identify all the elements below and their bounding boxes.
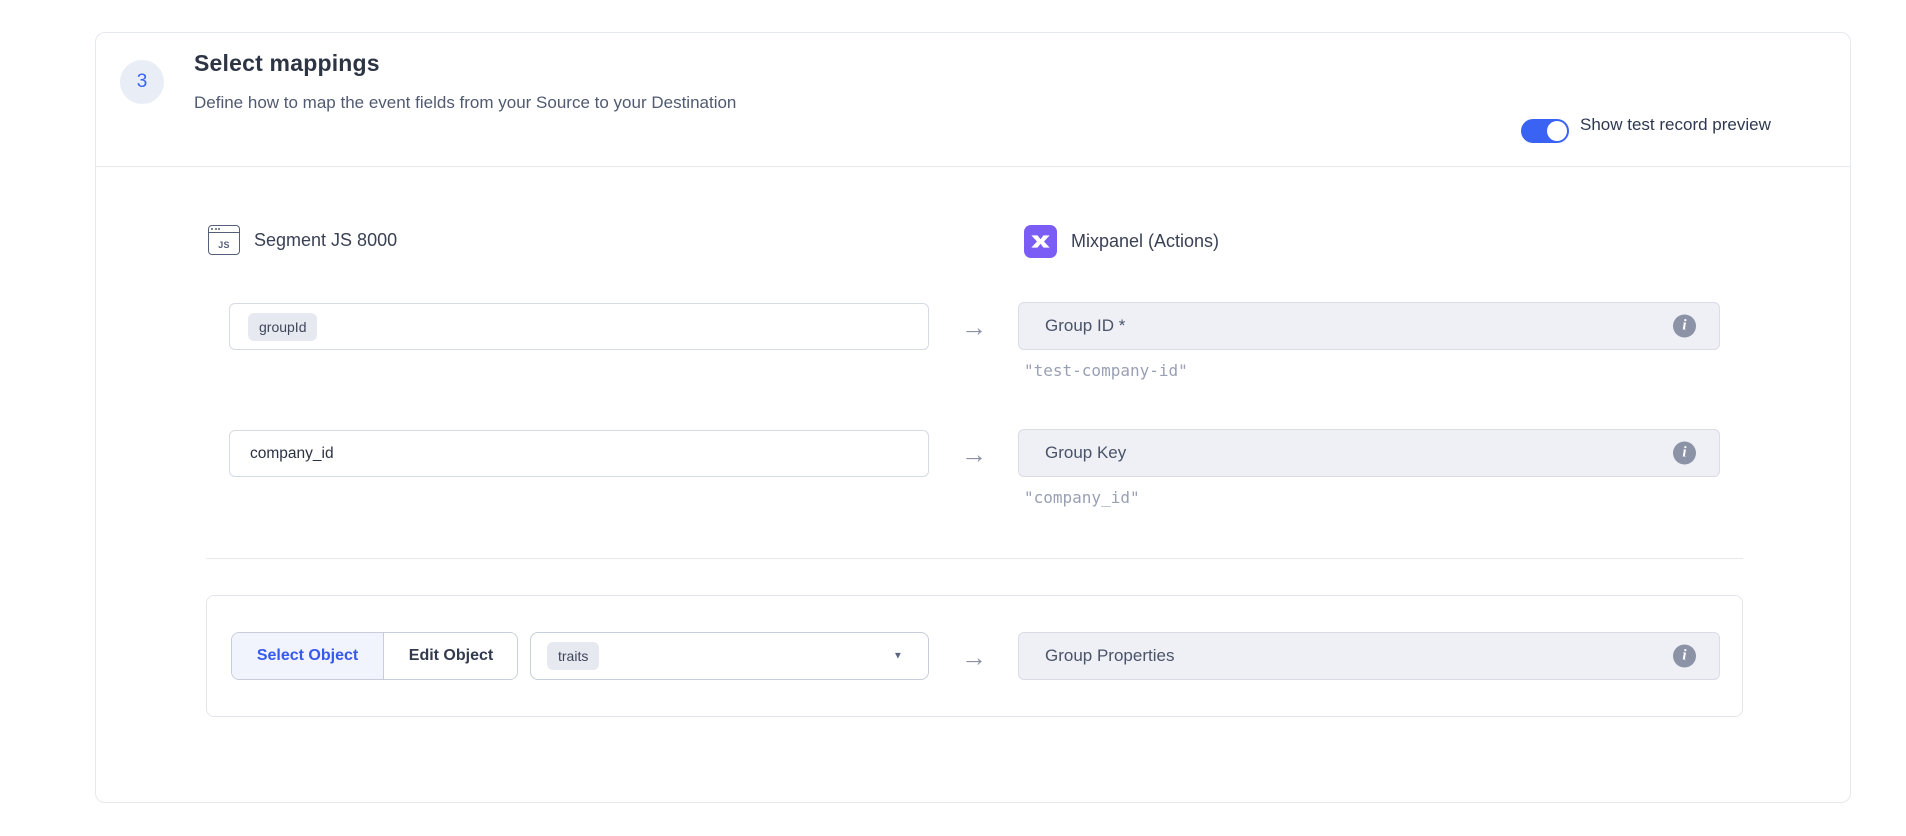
chevron-down-icon: ▼ [893, 650, 903, 661]
select-object-button[interactable]: Select Object [232, 633, 384, 679]
object-source-dropdown[interactable]: traits ▼ [530, 632, 929, 680]
destination-field: Group Key i [1018, 429, 1720, 477]
page-subtitle: Define how to map the event fields from … [194, 93, 736, 113]
page: 3 Select mappings Define how to map the … [0, 0, 1906, 836]
step-number-badge: 3 [120, 60, 164, 104]
destination-field-label: Group ID * [1045, 316, 1125, 336]
select-mappings-card: 3 Select mappings Define how to map the … [95, 32, 1851, 803]
destination-field-label: Group Properties [1045, 646, 1174, 666]
source-name: Segment JS 8000 [254, 230, 397, 251]
source-field-token[interactable]: groupId [248, 313, 317, 341]
toggle-knob [1547, 121, 1567, 141]
info-icon[interactable]: i [1673, 315, 1696, 338]
object-mode-button-group: Select Object Edit Object [231, 632, 518, 680]
source-field-input[interactable]: company_id [229, 430, 929, 477]
section-divider [206, 558, 1743, 559]
object-source-token: traits [547, 642, 599, 670]
mapping-arrow-icon: → [952, 440, 996, 468]
source-field-input[interactable]: groupId [229, 303, 929, 350]
page-title: Select mappings [194, 50, 380, 77]
mapping-arrow-icon: → [952, 643, 996, 671]
source-field-value: company_id [248, 445, 334, 463]
test-record-preview-value: "company_id" [1024, 488, 1140, 507]
mixpanel-icon [1024, 225, 1057, 258]
browser-js-icon: JS [208, 225, 240, 255]
destination-field: Group ID * i [1018, 302, 1720, 350]
destination-name: Mixpanel (Actions) [1071, 231, 1219, 252]
mapping-arrow-icon: → [952, 313, 996, 341]
show-test-record-toggle[interactable] [1521, 119, 1569, 143]
test-record-preview-value: "test-company-id" [1024, 361, 1188, 380]
destination-field: Group Properties i [1018, 632, 1720, 680]
info-icon[interactable]: i [1673, 442, 1696, 465]
destination-header: Mixpanel (Actions) [1024, 225, 1219, 258]
source-header: JS Segment JS 8000 [208, 225, 397, 255]
show-test-record-toggle-label: Show test record preview [1580, 115, 1771, 135]
destination-field-label: Group Key [1045, 443, 1126, 463]
info-icon[interactable]: i [1673, 645, 1696, 668]
edit-object-button[interactable]: Edit Object [384, 633, 518, 679]
header-divider [96, 166, 1850, 167]
